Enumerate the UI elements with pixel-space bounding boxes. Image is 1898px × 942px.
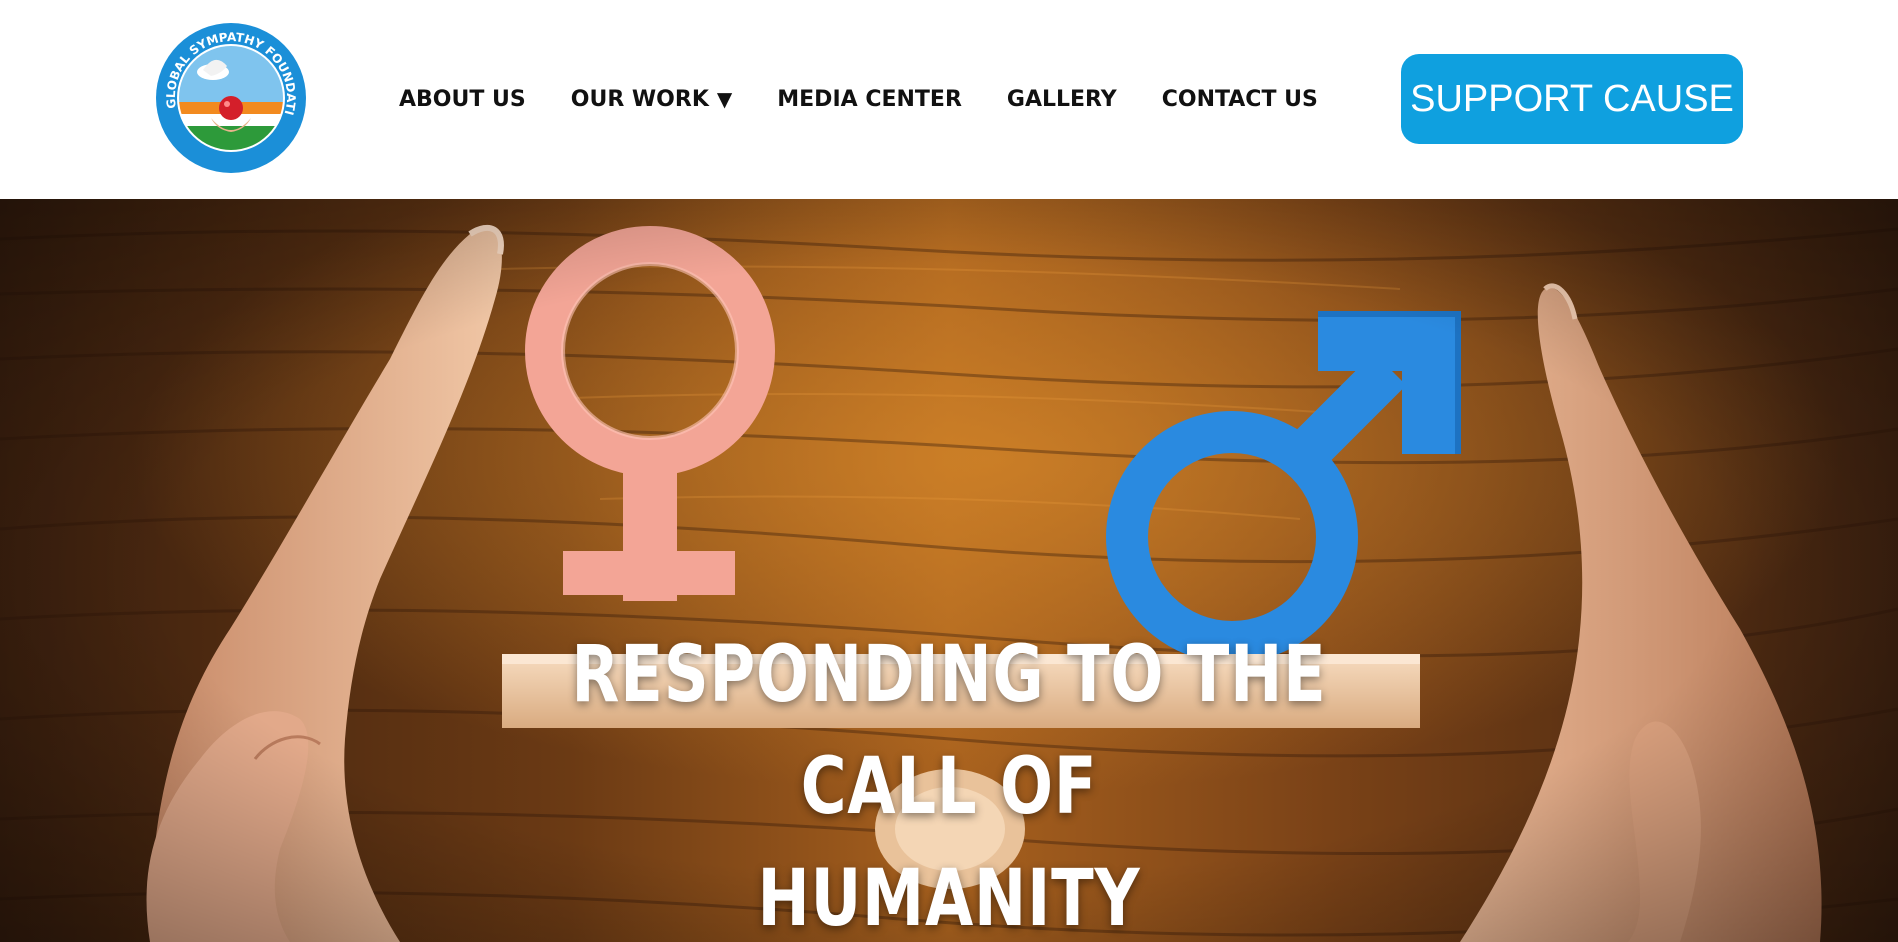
support-cause-label: SUPPORT CAUSE [1410, 77, 1734, 120]
nav-contact-us-label: CONTACT US [1161, 86, 1318, 112]
hero-headline-line2: HUMANITY [757, 854, 1141, 942]
nav-contact-us[interactable]: CONTACT US [1162, 87, 1318, 112]
dove-heart-hands-logo-icon: GLOBAL SYMPATHY FOUNDATION (R.) [150, 11, 306, 173]
nav-our-work-label: OUR WORK [570, 86, 709, 112]
hero-headline: RESPONDING TO THE CALL OF HUMANITY [510, 619, 1388, 942]
support-cause-button[interactable]: SUPPORT CAUSE [1401, 54, 1743, 144]
nav-media-center[interactable]: MEDIA CENTER [777, 87, 962, 112]
nav-our-work[interactable]: OUR WORK ▼ [571, 87, 733, 112]
foundation-logo[interactable]: GLOBAL SYMPATHY FOUNDATION (R.) [150, 11, 307, 174]
site-header: GLOBAL SYMPATHY FOUNDATION (R.) ABOUT US… [0, 0, 1898, 199]
caret-down-icon: ▼ [716, 87, 733, 111]
nav-about-us[interactable]: ABOUT US [399, 87, 526, 112]
nav-media-center-label: MEDIA CENTER [777, 86, 962, 112]
hero-banner: RESPONDING TO THE CALL OF HUMANITY [0, 199, 1898, 942]
nav-gallery-label: GALLERY [1006, 86, 1117, 112]
main-nav: ABOUT US OUR WORK ▼ MEDIA CENTER GALLERY… [399, 83, 1363, 115]
nav-about-us-label: ABOUT US [399, 86, 526, 112]
hero-headline-line1: RESPONDING TO THE CALL OF [571, 630, 1327, 832]
nav-gallery[interactable]: GALLERY [1007, 87, 1117, 112]
